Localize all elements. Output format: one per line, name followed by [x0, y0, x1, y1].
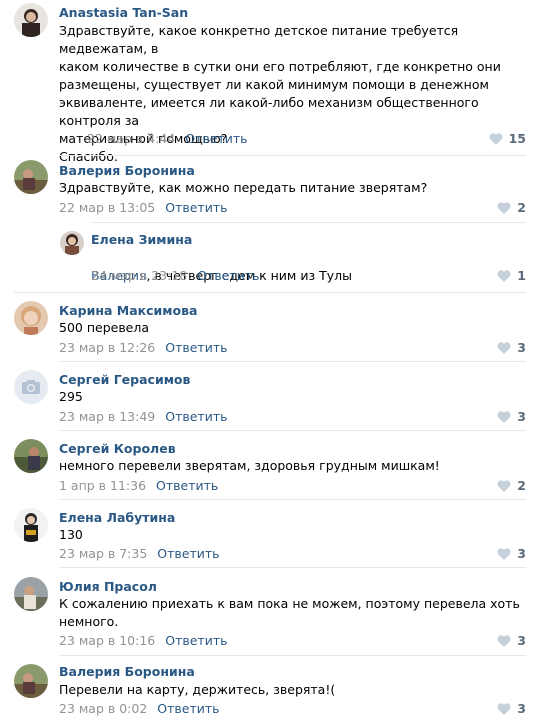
- avatar[interactable]: [14, 3, 48, 37]
- comment-text: немного перевели зверятам, здоровья груд…: [59, 458, 440, 473]
- separator: [91, 222, 526, 223]
- like-button[interactable]: 2: [497, 200, 526, 215]
- comment-meta: 24 мар в 23:18 Ответить: [91, 268, 259, 283]
- heart-icon: [497, 410, 511, 423]
- comment-meta: 1 апр в 11:36 Ответить: [59, 478, 218, 493]
- heart-icon: [497, 341, 511, 354]
- comment-author[interactable]: Валерия Боронина: [59, 664, 195, 679]
- separator: [59, 361, 526, 362]
- comment-meta: 23 мар в 7:35 Ответить: [59, 546, 220, 561]
- like-button[interactable]: 3: [497, 340, 526, 355]
- heart-icon: [497, 201, 511, 214]
- reply-button[interactable]: Ответить: [165, 633, 227, 648]
- reply-button[interactable]: Ответить: [165, 200, 227, 215]
- like-count: 3: [517, 633, 526, 648]
- comment-meta: 22 мар в 4:44 Ответить: [87, 131, 248, 146]
- reply-button[interactable]: Ответить: [185, 131, 247, 146]
- avatar[interactable]: [14, 508, 48, 542]
- reply-button[interactable]: Ответить: [165, 340, 227, 355]
- separator: [14, 292, 526, 293]
- comment-date[interactable]: 23 мар в 0:02: [59, 701, 147, 716]
- like-count: 2: [517, 200, 526, 215]
- reply-button[interactable]: Ответить: [157, 546, 219, 561]
- avatar[interactable]: [14, 664, 48, 698]
- heart-icon: [497, 269, 511, 282]
- comment-text: Перевели на карту, держитесь, зверята!(: [59, 682, 336, 697]
- reply-button[interactable]: Ответить: [157, 701, 219, 716]
- comment-date[interactable]: 22 мар в 4:44: [87, 131, 175, 146]
- comment-text: 295: [59, 389, 83, 404]
- comment-date[interactable]: 1 апр в 11:36: [59, 478, 146, 493]
- comment-meta: 23 мар в 13:49 Ответить: [59, 409, 227, 424]
- comment-author[interactable]: Anastasia Tan-San: [59, 5, 188, 20]
- comment-author[interactable]: Елена Лабутина: [59, 510, 175, 525]
- like-button[interactable]: 1: [497, 268, 526, 283]
- like-button[interactable]: 15: [489, 131, 526, 146]
- comment-text: 130: [59, 527, 83, 542]
- comment-author[interactable]: Сергей Королев: [59, 441, 176, 456]
- comment-text: К сожалению приехать к вам пока не можем…: [59, 596, 520, 629]
- like-button[interactable]: 2: [497, 478, 526, 493]
- like-count: 3: [517, 409, 526, 424]
- reply-button[interactable]: Ответить: [156, 478, 218, 493]
- comment-date[interactable]: 23 мар в 7:35: [59, 546, 147, 561]
- comment-text: Здравствуйте, как можно передать питание…: [59, 180, 428, 195]
- separator: [59, 499, 526, 500]
- comment-author[interactable]: Юлия Прасол: [59, 579, 157, 594]
- comment-text: 500 перевела: [59, 320, 150, 335]
- like-count: 3: [517, 340, 526, 355]
- separator: [59, 567, 526, 568]
- like-button[interactable]: 3: [497, 701, 526, 716]
- comment-date[interactable]: 22 мар в 13:05: [59, 200, 155, 215]
- comment-meta: 22 мар в 13:05 Ответить: [59, 200, 227, 215]
- comment-meta: 23 мар в 10:16 Ответить: [59, 633, 227, 648]
- like-count: 3: [517, 546, 526, 561]
- avatar[interactable]: [14, 577, 48, 611]
- heart-icon: [497, 547, 511, 560]
- heart-icon: [489, 132, 503, 145]
- reply-button[interactable]: Ответить: [165, 409, 227, 424]
- like-button[interactable]: 3: [497, 409, 526, 424]
- comment-meta: 23 мар в 12:26 Ответить: [59, 340, 227, 355]
- avatar[interactable]: [14, 301, 48, 335]
- like-count: 15: [508, 131, 526, 146]
- like-button[interactable]: 3: [497, 633, 526, 648]
- heart-icon: [497, 702, 511, 715]
- avatar[interactable]: [14, 370, 48, 404]
- reply-button[interactable]: Ответить: [197, 268, 259, 283]
- comment-author[interactable]: Валерия Боронина: [59, 163, 195, 178]
- like-count: 3: [517, 701, 526, 716]
- avatar[interactable]: [14, 439, 48, 473]
- heart-icon: [497, 634, 511, 647]
- comment-date[interactable]: 23 мар в 13:49: [59, 409, 155, 424]
- heart-icon: [497, 479, 511, 492]
- comment-author[interactable]: Сергей Герасимов: [59, 372, 190, 387]
- comment-meta: 23 мар в 0:02 Ответить: [59, 701, 220, 716]
- like-button[interactable]: 3: [497, 546, 526, 561]
- separator: [59, 155, 526, 156]
- like-count: 1: [517, 268, 526, 283]
- avatar[interactable]: [60, 231, 84, 255]
- comment-date[interactable]: 23 мар в 12:26: [59, 340, 155, 355]
- camera-icon: [22, 380, 40, 394]
- comment-author[interactable]: Елена Зимина: [91, 232, 192, 247]
- like-count: 2: [517, 478, 526, 493]
- separator: [59, 655, 526, 656]
- separator: [59, 430, 526, 431]
- comment-date[interactable]: 23 мар в 10:16: [59, 633, 155, 648]
- comment-author[interactable]: Карина Максимова: [59, 303, 197, 318]
- avatar[interactable]: [14, 160, 48, 194]
- comment-date[interactable]: 24 мар в 23:18: [91, 268, 187, 283]
